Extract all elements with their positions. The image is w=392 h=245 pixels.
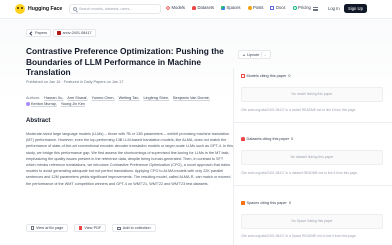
upvote-label: Upvote — [247, 52, 260, 57]
nav-models[interactable]: Models — [165, 5, 186, 10]
right-sidebar: Models citing this paper 0 No model link… — [233, 68, 392, 245]
datasets-citing-count: 0 — [291, 137, 294, 141]
brand-logo[interactable]: Hugging Face — [15, 4, 62, 14]
arxiv-icon — [57, 31, 61, 35]
divider — [234, 122, 392, 123]
author-link[interactable]: Haoran Xu, — [44, 96, 63, 100]
published-date: Published on Jan 16 · Featured in Daily … — [26, 80, 124, 84]
arxiv-id-label: arxiv:2401.08417 — [62, 31, 92, 35]
view-arxiv-button[interactable]: View arXiv page — [26, 224, 69, 232]
view-pdf-button[interactable]: View PDF — [74, 224, 107, 232]
abstract-text: Moderate-sized large language models (LL… — [26, 132, 233, 186]
upvote-divider — [261, 52, 263, 57]
author-link[interactable]: Weiting Tan, — [119, 96, 140, 100]
document-icon — [31, 226, 34, 230]
nav-posts[interactable]: Posts — [247, 5, 264, 10]
search-icon — [73, 7, 77, 11]
signup-button[interactable]: Sign Up — [344, 4, 367, 13]
datasets-citing-label: Datasets citing this paper — [246, 137, 290, 141]
main-nav: Models Datasets Spaces Posts Docs Pricin… — [165, 5, 318, 10]
models-citing-label: Models citing this paper — [246, 74, 287, 78]
paper-title: Contrastive Preference Optimization: Pus… — [26, 46, 224, 77]
hugging-face-logo-icon — [15, 4, 25, 14]
paper-action-buttons: View arXiv page View PDF Add to collecti… — [26, 224, 156, 232]
divider — [234, 185, 392, 186]
upvote-arrow-icon — [243, 53, 245, 56]
datasets-empty-state: No dataset linking this paper — [241, 150, 383, 165]
author-link[interactable]: Benjamin Van Durme, — [173, 96, 210, 100]
upvote-count: - — [264, 52, 266, 57]
nav-pricing-label: Pricing — [298, 5, 311, 10]
pdf-icon — [79, 226, 83, 230]
nav-datasets-label: Datasets — [197, 5, 215, 10]
nav-models-label: Models — [171, 5, 186, 10]
brand-name: Hugging Face — [28, 6, 63, 12]
upvote-button[interactable]: Upvote - — [238, 50, 271, 59]
papers-back-button[interactable]: Papers — [26, 29, 52, 37]
docs-icon — [270, 5, 275, 10]
view-pdf-label: View PDF — [84, 226, 102, 230]
models-citing-heading: Models citing this paper 0 — [241, 74, 291, 78]
models-icon — [165, 5, 171, 10]
collection-icon — [117, 226, 121, 230]
add-to-collection-label: Add to collection — [122, 226, 151, 230]
author-link[interactable]: Yunmo Chen, — [92, 96, 115, 100]
authors-label: Authors: — [26, 96, 41, 100]
spaces-citing-heading: Spaces citing this paper 0 — [241, 201, 291, 205]
nav-datasets[interactable]: Datasets — [192, 5, 214, 10]
login-link[interactable]: Log In — [328, 6, 340, 11]
datasets-cite-hint: Cite arxiv.org/abs/2401.08417 in a datas… — [241, 171, 359, 175]
view-arxiv-label: View arXiv page — [36, 226, 64, 230]
search-input[interactable] — [79, 7, 159, 11]
spaces-cite-hint: Cite arxiv.org/abs/2401.08417 in a Space… — [241, 234, 357, 238]
posts-icon — [247, 5, 252, 10]
authors-list: Authors: Haoran Xu, Amr Sharaf, Yunmo Ch… — [26, 95, 231, 107]
models-cite-hint: Cite arxiv.org/abs/2401.08417 in a model… — [241, 108, 357, 112]
datasets-icon — [241, 137, 245, 141]
spaces-icon — [221, 5, 226, 10]
abstract-heading: Abstract — [26, 118, 51, 124]
nav-spaces[interactable]: Spaces — [221, 5, 241, 10]
menu-icon[interactable] — [313, 7, 318, 11]
models-citing-count: 0 — [288, 74, 291, 78]
nav-docs[interactable]: Docs — [270, 5, 286, 10]
nav-docs-label: Docs — [275, 5, 286, 10]
author-link[interactable]: Young Jin Kim — [61, 102, 85, 106]
arxiv-id-badge[interactable]: arxiv:2401.08417 — [53, 29, 96, 37]
pricing-icon — [292, 5, 297, 10]
search-box[interactable] — [69, 4, 161, 14]
spaces-empty-state: No Space linking this paper — [241, 214, 383, 229]
datasets-citing-heading: Datasets citing this paper 0 — [241, 137, 293, 141]
top-navigation-bar: Hugging Face Models Datasets Spaces Post… — [0, 0, 392, 19]
author-link[interactable]: Kenton Murray, — [31, 102, 57, 106]
spaces-citing-label: Spaces citing this paper — [246, 201, 287, 205]
author-link[interactable]: Lingfeng Shen, — [143, 96, 169, 100]
spaces-icon — [241, 201, 245, 205]
models-icon — [241, 74, 245, 78]
nav-spaces-label: Spaces — [226, 5, 241, 10]
avatar — [26, 101, 30, 106]
add-to-collection-button[interactable]: Add to collection — [112, 224, 156, 232]
models-empty-state: No model linking this paper — [241, 87, 383, 102]
papers-back-label: Papers — [35, 31, 48, 35]
chevron-left-icon — [29, 30, 34, 36]
author-link[interactable]: Amr Sharaf, — [67, 96, 87, 100]
datasets-icon — [192, 5, 196, 10]
nav-pricing[interactable]: Pricing — [292, 5, 311, 10]
nav-posts-label: Posts — [253, 5, 264, 10]
spaces-citing-count: 0 — [288, 201, 291, 205]
